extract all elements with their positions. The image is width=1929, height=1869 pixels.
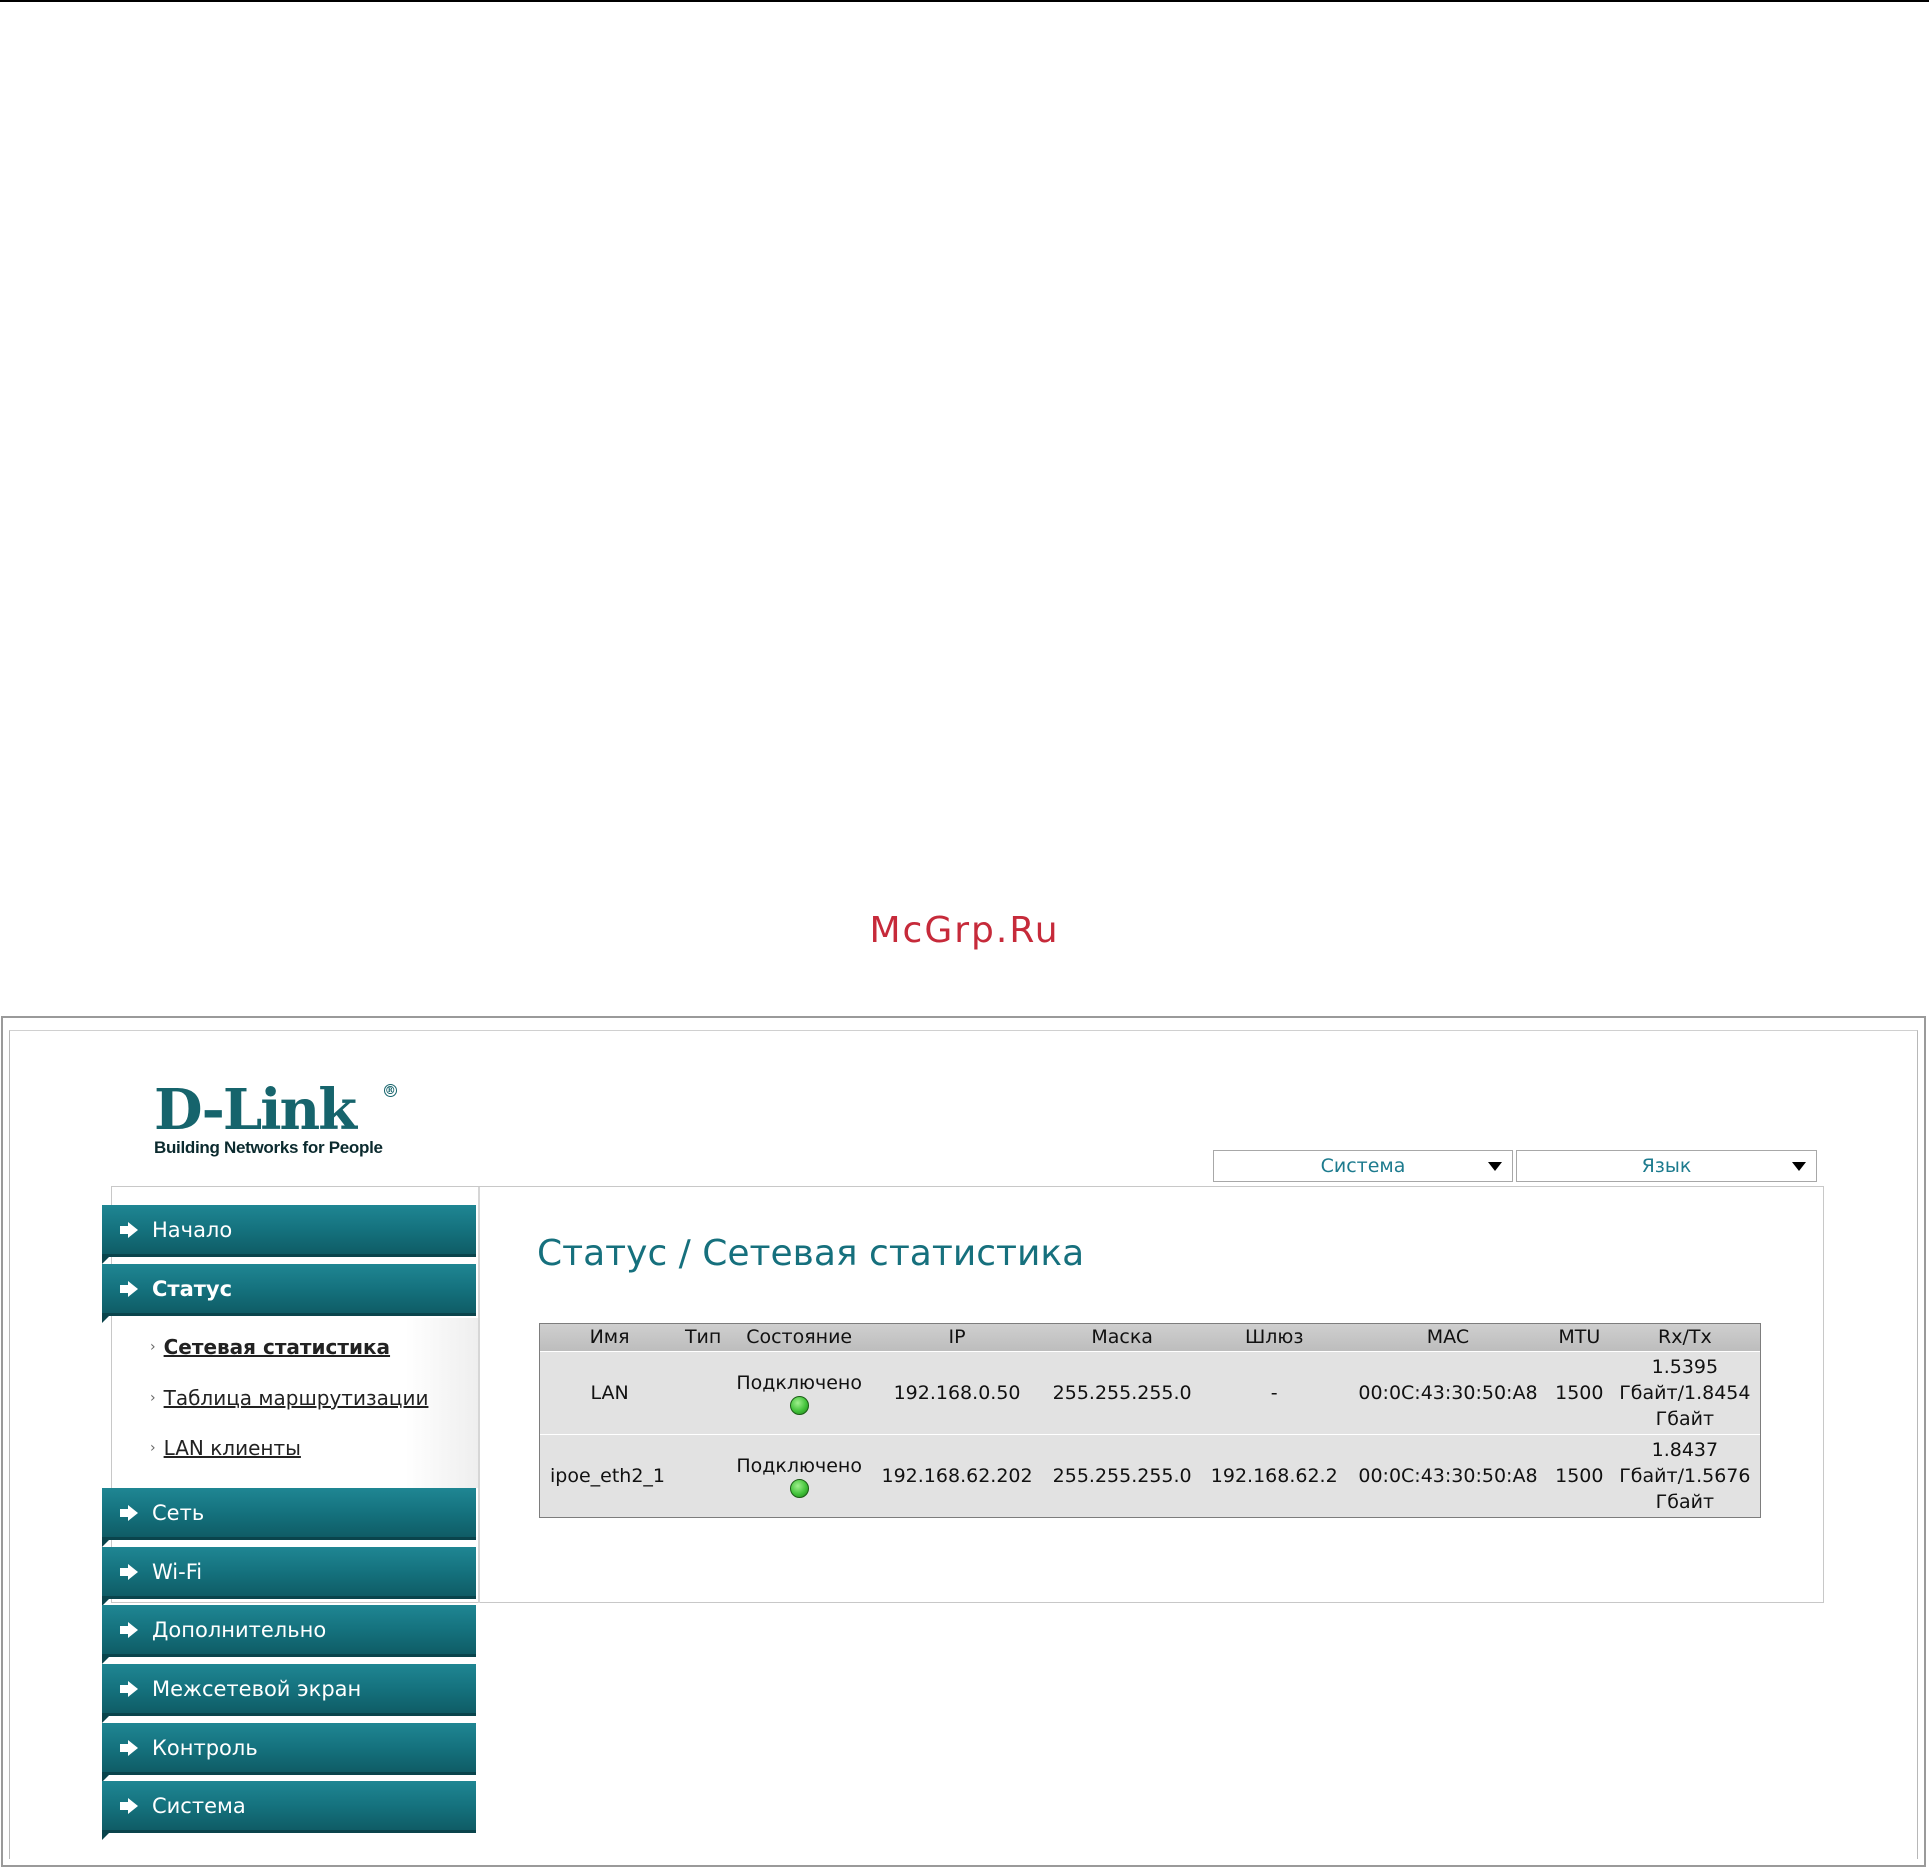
submenu-lan-clients[interactable]: › LAN клиенты: [150, 1436, 301, 1460]
rxtx-line: Гбайт: [1655, 1407, 1715, 1430]
rxtx-line: 1.5395: [1651, 1355, 1719, 1378]
submenu-routing-table[interactable]: › Таблица маршрутизации: [150, 1386, 428, 1410]
col-header: Состояние: [727, 1324, 872, 1352]
chevron-down-icon: [1488, 1162, 1502, 1171]
arrow-right-icon: [120, 1280, 138, 1297]
sidebar-item-network[interactable]: Сеть: [102, 1488, 476, 1547]
sidebar-item-label: Контроль: [152, 1735, 258, 1760]
sub-bullet: ›: [150, 1390, 156, 1406]
watermark: McGrp.Ru: [869, 910, 1060, 951]
sidebar-item-label: Wi-Fi: [152, 1559, 203, 1584]
col-header: Тип: [679, 1324, 728, 1352]
arrow-right-icon: [120, 1504, 138, 1521]
cell-gateway: -: [1270, 1381, 1278, 1404]
sidebar-item-label: Статус: [152, 1276, 233, 1301]
cell-gateway: 192.168.62.2: [1201, 1433, 1347, 1517]
sidebar-item-label: Система: [152, 1793, 246, 1818]
sidebar-item-label: Межсетевой экран: [152, 1676, 362, 1701]
sidebar-item-firewall[interactable]: Межсетевой экран: [102, 1664, 476, 1723]
system-dropdown-label: Система: [1320, 1155, 1406, 1177]
state-label: Подключено: [736, 1372, 862, 1394]
submenu-label: Сетевая статистика: [163, 1335, 391, 1359]
col-header: IP: [871, 1324, 1043, 1352]
sub-bullet: ›: [150, 1440, 156, 1456]
network-stats-table: Имя Тип Состояние IP Маска Шлюз MAC MTU …: [539, 1323, 1761, 1518]
submenu-network-stats[interactable]: › Сетевая статистика: [150, 1335, 390, 1359]
status-connected-icon: [789, 1479, 809, 1498]
arrow-right-icon: [120, 1563, 138, 1580]
cell-rxtx: 1.5395 Гбайт/1.8454 Гбайт: [1610, 1351, 1760, 1434]
cell-mtu: 1500: [1548, 1433, 1610, 1517]
rxtx-line: Гбайт/1.8454: [1619, 1381, 1751, 1404]
rxtx-line: Гбайт: [1655, 1490, 1715, 1513]
page-title: Статус / Сетевая статистика: [537, 1233, 1085, 1274]
cell-ip: 192.168.62.202: [871, 1433, 1043, 1517]
col-header: Имя: [540, 1324, 680, 1352]
cell-mask: 255.255.255.0: [1042, 1433, 1202, 1517]
sidebar-item-wifi[interactable]: Wi-Fi: [102, 1547, 476, 1606]
sidebar-item-label: Начало: [152, 1217, 233, 1242]
col-header: Шлюз: [1201, 1324, 1347, 1352]
arrow-right-icon: [120, 1221, 138, 1238]
cell-mac: 00:0C:43:30:50:A8: [1347, 1433, 1549, 1517]
cell-rxtx: 1.8437 Гбайт/1.5676 Гбайт: [1609, 1433, 1760, 1517]
table-row[interactable]: LAN Подключено 192.168.0.50 255.255.255.…: [540, 1351, 1760, 1434]
system-dropdown[interactable]: Система: [1213, 1150, 1513, 1182]
cell-name: ipoe_eth2_1: [540, 1433, 680, 1517]
state-label: Подключено: [736, 1455, 862, 1477]
registered-mark: ®: [383, 1084, 397, 1097]
arrow-right-icon: [120, 1739, 138, 1756]
submenu-label: LAN клиенты: [163, 1436, 301, 1460]
cell-name: LAN: [590, 1381, 629, 1404]
cell-mac: 00:0C:43:30:50:A8: [1358, 1381, 1538, 1404]
arrow-right-icon: [120, 1797, 138, 1814]
col-header: Маска: [1042, 1324, 1202, 1352]
table-header-row: Имя Тип Состояние IP Маска Шлюз MAC MTU …: [540, 1324, 1760, 1352]
cell-ip: 192.168.0.50: [893, 1381, 1021, 1404]
rxtx-line: Гбайт/1.5676: [1619, 1464, 1751, 1487]
submenu-label: Таблица маршрутизации: [163, 1386, 429, 1410]
rxtx-line: 1.8437: [1651, 1438, 1719, 1461]
col-header: Rx/Tx: [1609, 1324, 1760, 1352]
arrow-right-icon: [120, 1621, 138, 1638]
sidebar-item-status[interactable]: Статус: [102, 1264, 476, 1323]
cell-state: Подключено: [727, 1351, 871, 1434]
sidebar-item-label: Сеть: [152, 1500, 205, 1525]
cell-type: [679, 1351, 727, 1434]
sidebar-divider: [478, 1187, 480, 1603]
col-header: MTU: [1548, 1324, 1610, 1352]
cell-mask: 255.255.255.0: [1052, 1381, 1192, 1404]
language-dropdown-label: Язык: [1641, 1155, 1692, 1177]
sidebar-item-start[interactable]: Начало: [102, 1205, 476, 1264]
language-dropdown[interactable]: Язык: [1516, 1150, 1817, 1182]
top-rule: [0, 0, 1929, 2]
logo-wordmark: D-Link ®: [154, 1077, 397, 1143]
status-connected-icon: [789, 1396, 809, 1415]
sidebar-item-system[interactable]: Система: [102, 1781, 476, 1840]
sidebar-item-label: Дополнительно: [152, 1617, 327, 1642]
sidebar-item-control[interactable]: Контроль: [102, 1723, 476, 1782]
dlink-logo: D-Link ® Building Networks for People: [154, 1077, 397, 1158]
cell-type: [679, 1433, 728, 1517]
logo-brand: D-Link: [154, 1077, 357, 1143]
cell-mtu: 1500: [1555, 1381, 1604, 1404]
sub-bullet: ›: [150, 1339, 156, 1355]
table-row[interactable]: ipoe_eth2_1 Подключено 192.168.62.202 25…: [540, 1433, 1760, 1517]
sidebar-item-advanced[interactable]: Дополнительно: [102, 1605, 476, 1664]
col-header: MAC: [1347, 1324, 1549, 1352]
chevron-down-icon: [1792, 1162, 1806, 1171]
arrow-right-icon: [120, 1680, 138, 1697]
cell-state: Подключено: [727, 1433, 872, 1517]
